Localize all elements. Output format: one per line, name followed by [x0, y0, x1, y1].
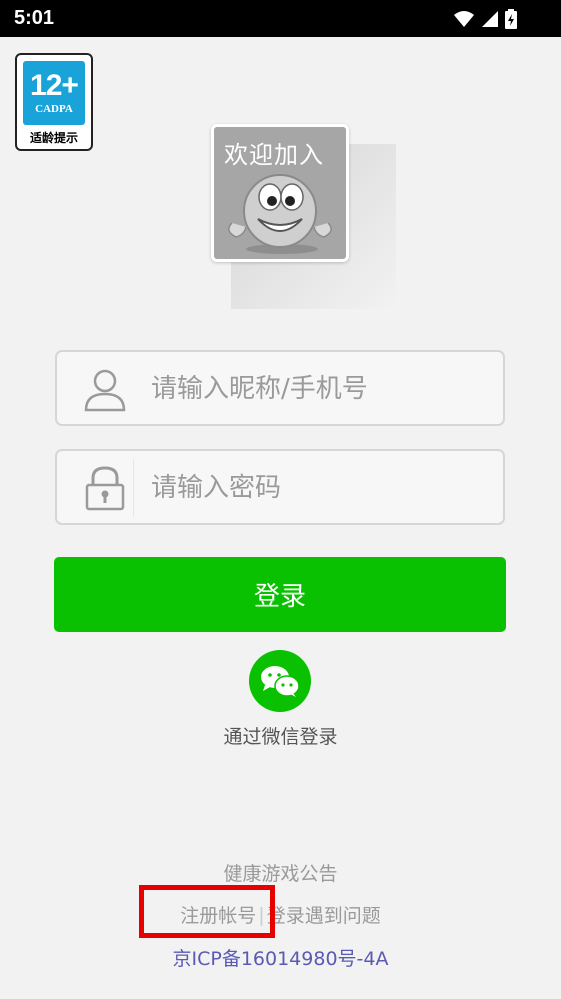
battery-icon	[505, 9, 517, 29]
wifi-icon	[454, 11, 474, 27]
password-input[interactable]	[149, 469, 493, 507]
account-links: 注册帐号 | 登录遇到问题	[0, 901, 561, 928]
signal-icon	[482, 11, 498, 27]
wechat-icon	[261, 666, 300, 697]
avatar-container: 欢迎加入	[211, 124, 396, 309]
password-field[interactable]	[55, 449, 505, 525]
login-problem-link[interactable]: 登录遇到问题	[267, 901, 381, 928]
login-button[interactable]: 登录	[54, 557, 506, 632]
smiley-face-icon	[228, 174, 332, 254]
username-input[interactable]	[149, 370, 493, 408]
wechat-login-button[interactable]	[249, 650, 311, 712]
status-icons	[453, 9, 517, 29]
health-notice-link[interactable]: 健康游戏公告	[0, 859, 561, 886]
wechat-login-label: 通过微信登录	[223, 726, 338, 748]
age-rating-badge: 12+ CADPA 适龄提示	[15, 53, 93, 151]
age-rating-org: CADPA	[35, 103, 73, 115]
age-rating-hint: 适龄提示	[29, 131, 78, 145]
password-field-divider	[133, 459, 134, 517]
highlight-box	[139, 885, 275, 938]
age-rating: 12+	[30, 69, 79, 102]
icp-link[interactable]: 京ICP备16014980号-4A	[0, 944, 561, 971]
avatar: 欢迎加入	[211, 124, 349, 262]
status-time: 5:01	[14, 7, 55, 29]
user-icon	[84, 369, 126, 412]
status-bar: 5:01	[0, 0, 561, 37]
username-field[interactable]	[55, 350, 505, 426]
lock-icon	[85, 466, 125, 511]
